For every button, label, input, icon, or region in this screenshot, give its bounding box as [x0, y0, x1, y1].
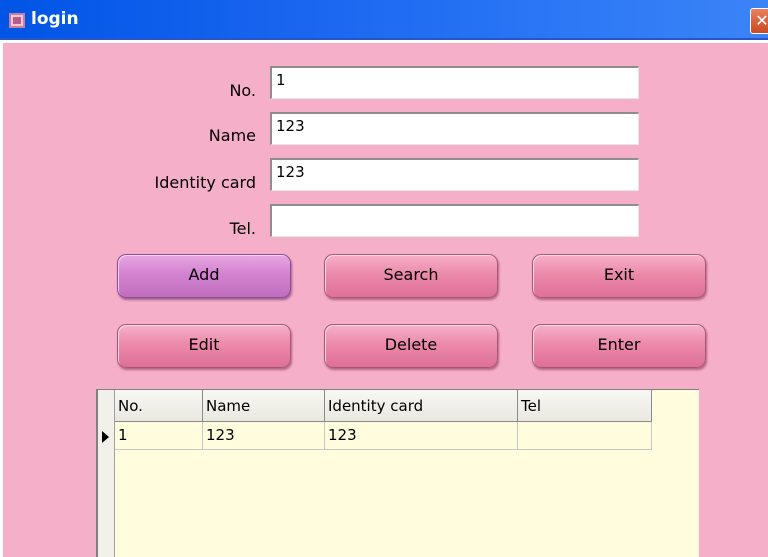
app-icon [9, 13, 25, 28]
row-indicator-column [98, 390, 115, 557]
column-header-tel[interactable]: Tel [518, 390, 652, 421]
records-grid[interactable]: No. Name Identity card Tel 1 123 123 [96, 389, 699, 557]
name-field[interactable]: 123 [270, 112, 639, 145]
exit-button[interactable]: Exit [532, 254, 706, 298]
delete-button[interactable]: Delete [324, 324, 498, 368]
grid-header: No. Name Identity card Tel [115, 390, 652, 422]
window-frame-left [0, 43, 3, 557]
column-header-no[interactable]: No. [115, 390, 203, 421]
title-bar: login ✕ [0, 0, 768, 40]
column-header-name[interactable]: Name [203, 390, 325, 421]
window-title: login [31, 9, 79, 29]
enter-button[interactable]: Enter [532, 324, 706, 368]
cell-no[interactable]: 1 [115, 422, 203, 449]
edit-button[interactable]: Edit [117, 324, 291, 368]
identity-card-label: Identity card [154, 173, 256, 192]
add-button[interactable]: Add [117, 254, 291, 298]
cell-identity-card[interactable]: 123 [325, 422, 518, 449]
close-button[interactable]: ✕ [750, 8, 768, 34]
cell-name[interactable]: 123 [203, 422, 325, 449]
tel-label: Tel. [229, 219, 256, 238]
no-field[interactable]: 1 [270, 66, 639, 99]
tel-field[interactable] [270, 204, 639, 237]
title-divider [0, 40, 768, 43]
close-icon: ✕ [755, 11, 768, 30]
name-label: Name [208, 126, 256, 145]
table-row[interactable]: 1 123 123 [115, 422, 652, 450]
search-button[interactable]: Search [324, 254, 498, 298]
column-header-identity-card[interactable]: Identity card [325, 390, 518, 421]
identity-card-field[interactable]: 123 [270, 158, 639, 191]
cell-tel[interactable] [518, 422, 652, 449]
no-label: No. [229, 81, 256, 100]
current-row-icon [102, 431, 109, 443]
